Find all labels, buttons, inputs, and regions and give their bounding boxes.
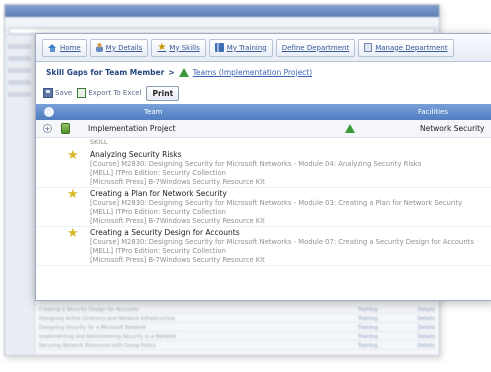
group-icon: [61, 123, 70, 134]
nav-define-department-label: Define Department: [281, 43, 350, 52]
page-title: Skill Gaps for Team Member: [46, 67, 165, 77]
background-item-title: Designing Active Directory and Network I…: [39, 316, 175, 322]
background-sidebar-item: [8, 44, 31, 49]
background-item-title: Implementing and Administering Security …: [39, 334, 177, 340]
table-row[interactable]: + Implementation Project Network Securit…: [36, 120, 491, 138]
skill-item[interactable]: ★ Creating a Plan for Network Security […: [36, 188, 491, 227]
skill-resource: [Course] M2830: Designing Security for M…: [90, 160, 422, 168]
skill-column-label: SKILL: [90, 138, 108, 146]
skill-resource: [Microsoft Press] B-7Windows Security Re…: [90, 178, 265, 186]
top-navigation: Home My Details ★ My Skills My Training …: [36, 34, 491, 62]
star-icon: ★: [67, 187, 79, 202]
skill-gaps-window: Home My Details ★ My Skills My Training …: [35, 33, 491, 301]
row-team-name: Implementation Project: [88, 124, 176, 133]
skill-item[interactable]: ★ Creating a Security Design for Account…: [36, 227, 491, 266]
save-button[interactable]: Save: [43, 88, 72, 98]
background-title-bar: [5, 5, 439, 17]
background-sidebar: [5, 37, 35, 355]
background-item-link[interactable]: Details: [418, 325, 435, 331]
background-list: Creating a Security Design for Accounts …: [39, 305, 435, 350]
background-list-item: Designing Active Directory and Network I…: [39, 314, 435, 323]
document-icon: [364, 43, 373, 52]
toolbar: Save Export To Excel Print: [36, 82, 491, 104]
nav-define-department-button[interactable]: Define Department: [275, 38, 356, 57]
background-sidebar-item: [8, 56, 31, 61]
background-item-title: Creating a Security Design for Accounts: [39, 307, 139, 313]
skill-name: Analyzing Security Risks: [90, 150, 182, 159]
star-icon: ★: [67, 226, 79, 241]
background-item-tag: Training: [357, 325, 378, 331]
background-item-title: Designing Security for a Microsoft Netwo…: [39, 325, 147, 331]
background-list-item: Securing Network Resources with Group Po…: [39, 341, 435, 350]
skill-resource: [Microsoft Press] B-7Windows Security Re…: [90, 256, 265, 264]
background-item-link[interactable]: Details: [418, 307, 435, 313]
background-item-tag: Training: [357, 343, 378, 349]
skill-resource: [Course] M2830: Designing Security for M…: [90, 238, 474, 246]
skill-name: Creating a Plan for Network Security: [90, 189, 227, 198]
skill-resource: [MELL] ITPro Edition: Security Collectio…: [90, 208, 226, 216]
skill-name: Creating a Security Design for Accounts: [90, 228, 240, 237]
print-button[interactable]: Print: [146, 85, 180, 101]
breadcrumb-team-link[interactable]: Teams (Implementation Project): [193, 68, 313, 77]
background-sidebar-item: [8, 92, 31, 97]
background-item-tag: Training: [357, 334, 378, 340]
star-icon: ★: [157, 41, 167, 53]
training-icon: [214, 43, 224, 52]
home-icon: [48, 43, 57, 52]
save-icon: [43, 88, 53, 98]
column-header-team[interactable]: Team: [144, 108, 163, 116]
export-to-excel-button[interactable]: Export To Excel: [77, 88, 141, 98]
team-triangle-icon: [345, 124, 355, 133]
skill-resource: [Course] M2830: Designing Security for M…: [90, 199, 463, 207]
background-sidebar-item: [8, 68, 31, 73]
background-list-item: Implementing and Administering Security …: [39, 332, 435, 341]
background-item-title: Securing Network Resources with Group Po…: [39, 343, 156, 349]
nav-manage-department-label: Manage Department: [375, 43, 448, 52]
nav-my-skills-button[interactable]: ★ My Skills: [151, 38, 206, 57]
background-sidebar-item: [8, 80, 31, 85]
breadcrumb: Skill Gaps for Team Member > Teams (Impl…: [36, 62, 491, 82]
background-item-link[interactable]: Details: [418, 334, 435, 340]
skill-resource: [MELL] ITPro Edition: Security Collectio…: [90, 169, 226, 177]
nav-manage-department-button[interactable]: Manage Department: [358, 38, 454, 57]
skill-resource: [MELL] ITPro Edition: Security Collectio…: [90, 247, 226, 255]
nav-my-skills-label: My Skills: [169, 43, 200, 52]
nav-my-details-button[interactable]: My Details: [89, 38, 149, 57]
nav-home-label: Home: [60, 43, 81, 52]
team-triangle-icon: [178, 67, 189, 77]
skill-resource: [Microsoft Press] B-7Windows Security Re…: [90, 217, 265, 225]
table-header: Team Facilities: [36, 104, 491, 120]
background-item-link[interactable]: Details: [418, 316, 435, 322]
background-item-tag: Training: [357, 307, 378, 313]
expand-all-icon[interactable]: [44, 107, 54, 117]
background-item-tag: Training: [357, 316, 378, 322]
star-icon: ★: [67, 148, 79, 163]
background-menu-bar: [5, 17, 439, 26]
save-label: Save: [55, 89, 73, 97]
row-facility: Network Security: [420, 124, 485, 133]
excel-icon: [77, 88, 87, 98]
row-expander-button[interactable]: +: [43, 124, 52, 133]
background-list-item: Designing Security for a Microsoft Netwo…: [39, 323, 435, 332]
export-label: Export To Excel: [88, 89, 142, 97]
nav-home-button[interactable]: Home: [42, 38, 87, 57]
skill-item[interactable]: ★ Analyzing Security Risks [Course] M283…: [36, 149, 491, 188]
background-list-item: Creating a Security Design for Accounts …: [39, 305, 435, 314]
person-icon: [95, 43, 103, 52]
nav-my-training-label: My Training: [226, 43, 267, 52]
nav-my-details-label: My Details: [105, 43, 143, 52]
column-header-facilities[interactable]: Facilities: [418, 108, 448, 116]
nav-my-training-button[interactable]: My Training: [208, 38, 273, 57]
background-item-link[interactable]: Details: [418, 343, 435, 349]
breadcrumb-separator: >: [168, 67, 175, 77]
